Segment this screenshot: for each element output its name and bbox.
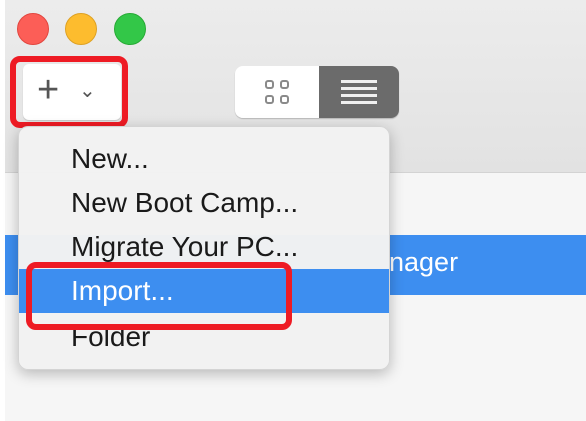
menu-item-migrate-pc[interactable]: Migrate Your PC... xyxy=(19,225,389,269)
grid-view-icon xyxy=(265,80,289,104)
add-menu-dropdown: New... New Boot Camp... Migrate Your PC.… xyxy=(18,126,390,370)
list-view-icon xyxy=(341,80,377,104)
grid-view-button[interactable] xyxy=(235,66,319,118)
list-view-button[interactable] xyxy=(319,66,399,118)
menu-item-label: Migrate Your PC... xyxy=(71,231,299,262)
close-window-button[interactable] xyxy=(17,13,49,45)
menu-item-label: New... xyxy=(71,143,149,174)
list-item-label: nager xyxy=(389,247,459,277)
menu-item-label: Folder xyxy=(71,321,151,352)
menu-item-new-boot-camp[interactable]: New Boot Camp... xyxy=(19,181,389,225)
minimize-window-button[interactable] xyxy=(65,13,97,45)
menu-item-new[interactable]: New... xyxy=(19,137,389,181)
menu-item-label: Import... xyxy=(71,275,174,306)
view-mode-toggle xyxy=(235,66,399,118)
menu-item-folder[interactable]: Folder xyxy=(19,315,389,359)
maximize-window-button[interactable] xyxy=(114,13,146,45)
menu-item-label: New Boot Camp... xyxy=(71,187,299,218)
chevron-down-icon: ⌄ xyxy=(79,80,96,102)
menu-item-import[interactable]: Import... xyxy=(19,269,389,313)
add-vm-button[interactable]: + ⌄ xyxy=(23,64,121,120)
plus-icon: + xyxy=(37,69,60,111)
